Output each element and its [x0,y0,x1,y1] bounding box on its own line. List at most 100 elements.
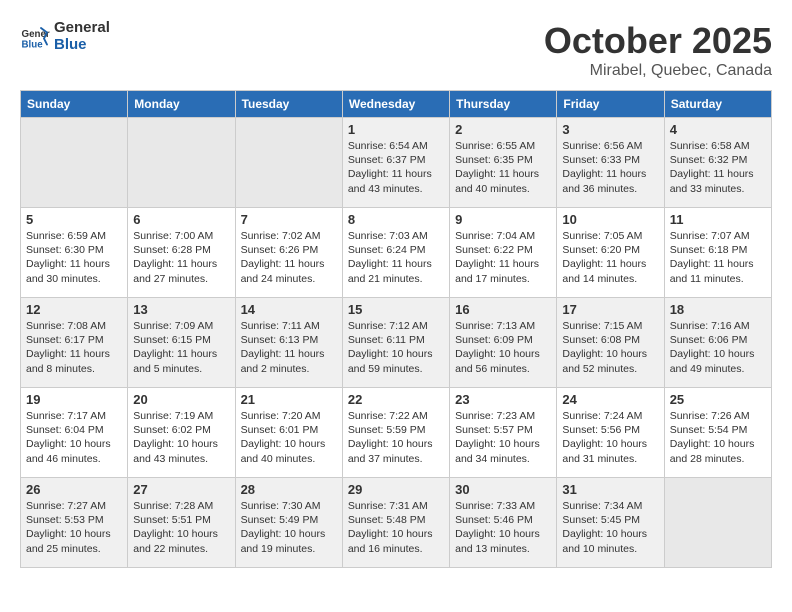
weekday-header: Wednesday [342,91,449,118]
day-number: 2 [455,122,551,137]
day-number: 24 [562,392,658,407]
calendar-day-cell: 2 Sunrise: 6:55 AMSunset: 6:35 PMDaylight… [450,118,557,208]
calendar-day-cell: 16 Sunrise: 7:13 AMSunset: 6:09 PMDayligh… [450,298,557,388]
logo-text-blue: Blue [54,37,110,54]
day-info: Sunrise: 6:56 AMSunset: 6:33 PMDaylight:… [562,139,658,196]
day-info: Sunrise: 7:05 AMSunset: 6:20 PMDaylight:… [562,229,658,286]
calendar-day-cell: 6 Sunrise: 7:00 AMSunset: 6:28 PMDaylight… [128,208,235,298]
weekday-header: Sunday [21,91,128,118]
calendar-day-cell: 10 Sunrise: 7:05 AMSunset: 6:20 PMDayligh… [557,208,664,298]
calendar-day-cell: 17 Sunrise: 7:15 AMSunset: 6:08 PMDayligh… [557,298,664,388]
calendar-week-row: 19 Sunrise: 7:17 AMSunset: 6:04 PMDayligh… [21,388,772,478]
calendar-day-cell: 23Sunrise: 7:23 AMSunset: 5:57 PMDayligh… [450,388,557,478]
calendar-day-cell: 5Sunrise: 6:59 AMSunset: 6:30 PMDaylight… [21,208,128,298]
calendar-day-cell: 8 Sunrise: 7:03 AMSunset: 6:24 PMDaylight… [342,208,449,298]
logo-icon: General Blue [20,22,50,52]
day-info: Sunrise: 7:28 AMSunset: 5:51 PMDaylight:… [133,499,229,556]
day-info: Sunrise: 6:58 AMSunset: 6:32 PMDaylight:… [670,139,766,196]
calendar-day-cell [664,478,771,568]
calendar-day-cell: 31 Sunrise: 7:34 AMSunset: 5:45 PMDayligh… [557,478,664,568]
day-number: 31 [562,482,658,497]
day-info: Sunrise: 7:03 AMSunset: 6:24 PMDaylight:… [348,229,444,286]
day-number: 8 [348,212,444,227]
logo: General Blue General Blue [20,20,110,53]
day-info: Sunrise: 7:33 AMSunset: 5:46 PMDaylight:… [455,499,551,556]
day-number: 30 [455,482,551,497]
weekday-header: Friday [557,91,664,118]
calendar-day-cell: 26Sunrise: 7:27 AMSunset: 5:53 PMDayligh… [21,478,128,568]
day-info: Sunrise: 6:54 AMSunset: 6:37 PMDaylight:… [348,139,444,196]
svg-text:Blue: Blue [22,39,44,50]
location-title: Mirabel, Quebec, Canada [544,62,772,80]
day-info: Sunrise: 7:19 AMSunset: 6:02 PMDaylight:… [133,409,229,466]
day-number: 25 [670,392,766,407]
calendar-day-cell [128,118,235,208]
day-info: Sunrise: 7:24 AMSunset: 5:56 PMDaylight:… [562,409,658,466]
day-number: 12 [26,302,122,317]
weekday-header: Saturday [664,91,771,118]
day-info: Sunrise: 7:04 AMSunset: 6:22 PMDaylight:… [455,229,551,286]
day-info: Sunrise: 7:09 AMSunset: 6:15 PMDaylight:… [133,319,229,376]
calendar-day-cell: 27 Sunrise: 7:28 AMSunset: 5:51 PMDayligh… [128,478,235,568]
calendar-day-cell: 14 Sunrise: 7:11 AMSunset: 6:13 PMDayligh… [235,298,342,388]
day-number: 7 [241,212,337,227]
calendar-day-cell [21,118,128,208]
day-number: 20 [133,392,229,407]
day-number: 4 [670,122,766,137]
weekday-header: Thursday [450,91,557,118]
calendar-week-row: 26Sunrise: 7:27 AMSunset: 5:53 PMDayligh… [21,478,772,568]
calendar-day-cell: 19 Sunrise: 7:17 AMSunset: 6:04 PMDayligh… [21,388,128,478]
calendar-day-cell: 3 Sunrise: 6:56 AMSunset: 6:33 PMDaylight… [557,118,664,208]
header: General Blue General Blue October 2025 M… [20,20,772,80]
day-number: 26 [26,482,122,497]
calendar-day-cell: 30 Sunrise: 7:33 AMSunset: 5:46 PMDayligh… [450,478,557,568]
calendar-day-cell: 4 Sunrise: 6:58 AMSunset: 6:32 PMDaylight… [664,118,771,208]
day-number: 9 [455,212,551,227]
day-number: 16 [455,302,551,317]
day-number: 19 [26,392,122,407]
calendar-week-row: 12 Sunrise: 7:08 AMSunset: 6:17 PMDayligh… [21,298,772,388]
day-number: 1 [348,122,444,137]
weekday-header: Monday [128,91,235,118]
day-number: 29 [348,482,444,497]
calendar-day-cell: 21Sunrise: 7:20 AMSunset: 6:01 PMDayligh… [235,388,342,478]
calendar-week-row: 1 Sunrise: 6:54 AMSunset: 6:37 PMDaylight… [21,118,772,208]
day-number: 6 [133,212,229,227]
calendar-week-row: 5Sunrise: 6:59 AMSunset: 6:30 PMDaylight… [21,208,772,298]
day-info: Sunrise: 7:17 AMSunset: 6:04 PMDaylight:… [26,409,122,466]
day-info: Sunrise: 7:08 AMSunset: 6:17 PMDaylight:… [26,319,122,376]
day-info: Sunrise: 7:20 AMSunset: 6:01 PMDaylight:… [241,409,337,466]
day-number: 3 [562,122,658,137]
calendar-day-cell: 7Sunrise: 7:02 AMSunset: 6:26 PMDaylight… [235,208,342,298]
calendar-day-cell: 11Sunrise: 7:07 AMSunset: 6:18 PMDayligh… [664,208,771,298]
day-number: 10 [562,212,658,227]
day-info: Sunrise: 7:15 AMSunset: 6:08 PMDaylight:… [562,319,658,376]
day-info: Sunrise: 7:00 AMSunset: 6:28 PMDaylight:… [133,229,229,286]
day-info: Sunrise: 7:31 AMSunset: 5:48 PMDaylight:… [348,499,444,556]
day-number: 27 [133,482,229,497]
day-info: Sunrise: 7:12 AMSunset: 6:11 PMDaylight:… [348,319,444,376]
day-number: 22 [348,392,444,407]
calendar-table: SundayMondayTuesdayWednesdayThursdayFrid… [20,90,772,568]
title-area: October 2025 Mirabel, Quebec, Canada [544,20,772,80]
day-info: Sunrise: 7:23 AMSunset: 5:57 PMDaylight:… [455,409,551,466]
day-info: Sunrise: 7:11 AMSunset: 6:13 PMDaylight:… [241,319,337,376]
day-number: 14 [241,302,337,317]
day-number: 13 [133,302,229,317]
logo-text-general: General [54,20,110,37]
day-info: Sunrise: 7:34 AMSunset: 5:45 PMDaylight:… [562,499,658,556]
day-number: 11 [670,212,766,227]
day-info: Sunrise: 6:55 AMSunset: 6:35 PMDaylight:… [455,139,551,196]
day-number: 18 [670,302,766,317]
calendar-day-cell: 22Sunrise: 7:22 AMSunset: 5:59 PMDayligh… [342,388,449,478]
calendar-day-cell: 1 Sunrise: 6:54 AMSunset: 6:37 PMDaylight… [342,118,449,208]
day-number: 17 [562,302,658,317]
calendar-day-cell [235,118,342,208]
calendar-day-cell: 29 Sunrise: 7:31 AMSunset: 5:48 PMDayligh… [342,478,449,568]
day-info: Sunrise: 7:13 AMSunset: 6:09 PMDaylight:… [455,319,551,376]
calendar-day-cell: 12 Sunrise: 7:08 AMSunset: 6:17 PMDayligh… [21,298,128,388]
day-number: 5 [26,212,122,227]
calendar-day-cell: 20 Sunrise: 7:19 AMSunset: 6:02 PMDayligh… [128,388,235,478]
calendar-day-cell: 9 Sunrise: 7:04 AMSunset: 6:22 PMDaylight… [450,208,557,298]
calendar-header-row: SundayMondayTuesdayWednesdayThursdayFrid… [21,91,772,118]
